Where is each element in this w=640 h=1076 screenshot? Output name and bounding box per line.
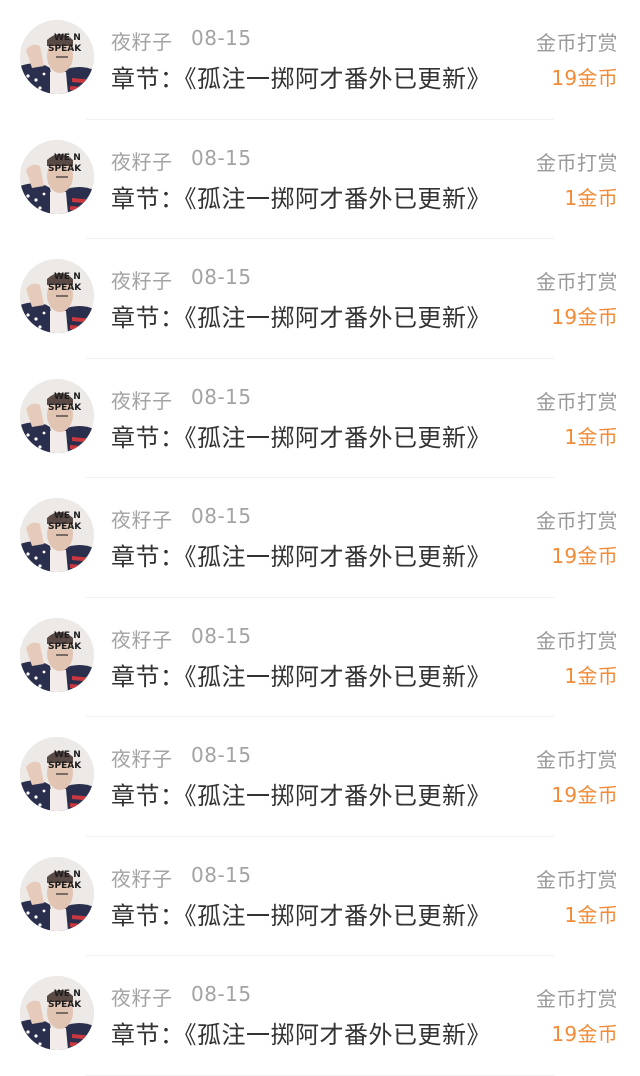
svg-text:WE N: WE N <box>54 272 81 282</box>
svg-text:WE N: WE N <box>54 153 81 163</box>
chapter-title: 章节：《孤注一掷阿才番外已更新》 <box>111 543 491 571</box>
reward-date: 08-15 <box>191 504 252 528</box>
reward-record-list: WE N SPEAK 夜籽子 08-15 章节：《孤注一掷阿才番外已更新》 金币… <box>0 0 640 1076</box>
svg-text:SPEAK: SPEAK <box>48 283 82 293</box>
svg-text:SPEAK: SPEAK <box>48 164 82 174</box>
user-avatar-icon[interactable]: WE N SPEAK <box>20 259 94 333</box>
reward-amount: 19金币 <box>551 66 618 90</box>
reward-amount: 19金币 <box>551 305 618 329</box>
chapter-title: 章节：《孤注一掷阿才番外已更新》 <box>111 304 491 332</box>
user-avatar-icon[interactable]: WE N SPEAK <box>20 737 94 811</box>
svg-text:SPEAK: SPEAK <box>48 403 82 413</box>
username: 夜籽子 <box>111 30 173 54</box>
svg-text:SPEAK: SPEAK <box>48 761 82 771</box>
reward-amount: 19金币 <box>551 544 618 568</box>
reward-date: 08-15 <box>191 384 252 409</box>
reward-date: 08-15 <box>191 982 252 1006</box>
reward-type-label: 金币打赏 <box>536 867 618 892</box>
svg-text:WE N: WE N <box>54 870 81 880</box>
row-divider <box>86 1074 554 1076</box>
user-avatar-icon[interactable]: WE N SPEAK <box>20 498 94 572</box>
chapter-title: 章节：《孤注一掷阿才番外已更新》 <box>111 1021 491 1049</box>
reward-type-label: 金币打赏 <box>536 150 618 175</box>
reward-date: 08-15 <box>191 265 252 289</box>
username: 夜籽子 <box>111 388 173 413</box>
username: 夜籽子 <box>111 627 173 652</box>
svg-text:SPEAK: SPEAK <box>48 642 82 652</box>
chapter-title: 章节：《孤注一掷阿才番外已更新》 <box>111 901 491 930</box>
username: 夜籽子 <box>111 269 173 293</box>
svg-text:WE N: WE N <box>54 989 81 999</box>
reward-amount: 1金币 <box>564 424 618 449</box>
reward-type-label: 金币打赏 <box>536 270 618 294</box>
svg-text:SPEAK: SPEAK <box>48 881 82 891</box>
user-avatar-icon[interactable]: WE N SPEAK <box>20 20 94 94</box>
user-avatar-icon[interactable]: WE N SPEAK <box>20 378 94 453</box>
reward-date: 08-15 <box>191 862 252 887</box>
reward-record-row[interactable]: WE N SPEAK 夜籽子 08-15 章节：《孤注一掷阿才番外已更新》 金币… <box>0 239 640 359</box>
reward-type-label: 金币打赏 <box>536 748 618 772</box>
reward-date: 08-15 <box>191 743 252 767</box>
svg-text:SPEAK: SPEAK <box>48 44 82 54</box>
svg-text:WE N: WE N <box>54 392 81 402</box>
reward-record-row[interactable]: WE N SPEAK 夜籽子 08-15 章节：《孤注一掷阿才番外已更新》 金币… <box>0 717 640 837</box>
reward-amount: 1金币 <box>564 663 618 688</box>
reward-type-label: 金币打赏 <box>536 31 618 55</box>
reward-type-label: 金币打赏 <box>536 628 618 653</box>
username: 夜籽子 <box>111 986 173 1010</box>
svg-text:WE N: WE N <box>54 33 81 43</box>
user-avatar-icon[interactable]: WE N SPEAK <box>20 856 94 931</box>
reward-amount: 1金币 <box>564 185 618 210</box>
chapter-title: 章节：《孤注一掷阿才番外已更新》 <box>111 184 491 213</box>
username: 夜籽子 <box>111 866 173 891</box>
username: 夜籽子 <box>111 149 173 174</box>
reward-amount: 1金币 <box>564 902 618 927</box>
reward-record-row[interactable]: WE N SPEAK 夜籽子 08-15 章节：《孤注一掷阿才番外已更新》 金币… <box>0 598 640 717</box>
reward-type-label: 金币打赏 <box>536 987 618 1011</box>
reward-record-row[interactable]: WE N SPEAK 夜籽子 08-15 章节：《孤注一掷阿才番外已更新》 金币… <box>0 359 640 478</box>
user-avatar-icon[interactable]: WE N SPEAK <box>20 976 94 1050</box>
reward-amount: 19金币 <box>551 1022 618 1046</box>
reward-date: 08-15 <box>191 623 252 648</box>
chapter-title: 章节：《孤注一掷阿才番外已更新》 <box>111 65 491 93</box>
user-avatar-icon[interactable]: WE N SPEAK <box>20 139 94 214</box>
reward-date: 08-15 <box>191 145 252 170</box>
reward-amount: 19金币 <box>551 783 618 807</box>
svg-text:WE N: WE N <box>54 631 81 641</box>
chapter-title: 章节：《孤注一掷阿才番外已更新》 <box>111 423 491 452</box>
reward-type-label: 金币打赏 <box>536 509 618 533</box>
username: 夜籽子 <box>111 747 173 771</box>
reward-type-label: 金币打赏 <box>536 389 618 414</box>
reward-record-row[interactable]: WE N SPEAK 夜籽子 08-15 章节：《孤注一掷阿才番外已更新》 金币… <box>0 0 640 120</box>
svg-text:SPEAK: SPEAK <box>48 522 82 532</box>
reward-record-row[interactable]: WE N SPEAK 夜籽子 08-15 章节：《孤注一掷阿才番外已更新》 金币… <box>0 837 640 956</box>
svg-text:SPEAK: SPEAK <box>48 1000 82 1010</box>
svg-text:WE N: WE N <box>54 750 81 760</box>
user-avatar-icon[interactable]: WE N SPEAK <box>20 617 94 692</box>
reward-record-row[interactable]: WE N SPEAK 夜籽子 08-15 章节：《孤注一掷阿才番外已更新》 金币… <box>0 956 640 1076</box>
chapter-title: 章节：《孤注一掷阿才番外已更新》 <box>111 782 491 810</box>
reward-record-row[interactable]: WE N SPEAK 夜籽子 08-15 章节：《孤注一掷阿才番外已更新》 金币… <box>0 120 640 239</box>
reward-date: 08-15 <box>191 26 252 50</box>
reward-record-row[interactable]: WE N SPEAK 夜籽子 08-15 章节：《孤注一掷阿才番外已更新》 金币… <box>0 478 640 598</box>
chapter-title: 章节：《孤注一掷阿才番外已更新》 <box>111 662 491 691</box>
username: 夜籽子 <box>111 508 173 532</box>
svg-text:WE N: WE N <box>54 511 81 521</box>
